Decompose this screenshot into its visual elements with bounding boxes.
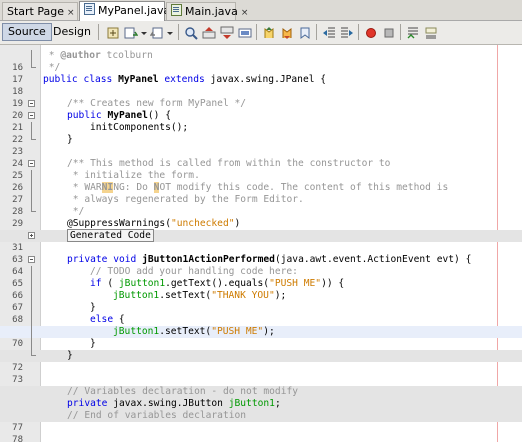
code-line: 29 */ — [12, 206, 85, 229]
code-line: 23 } — [12, 134, 73, 157]
toggle-highlight-icon[interactable] — [238, 25, 252, 39]
code-line: 64 private void jButton1ActionPerformed(… — [12, 254, 472, 277]
shift-right-icon[interactable] — [340, 25, 354, 39]
design-view-button[interactable]: Design — [47, 23, 97, 41]
code-line: 25 /** This method is called from within… — [12, 158, 391, 181]
fold-collapse-icon[interactable] — [28, 160, 35, 167]
code-line: 74 — [0, 374, 522, 397]
comment-icon[interactable] — [406, 25, 420, 39]
fold-collapse-icon[interactable] — [28, 256, 35, 263]
last-edit-icon[interactable] — [106, 25, 120, 39]
tab-label: MyPanel.java — [98, 4, 171, 17]
code-line: 75 // Variables declaration - do not mod… — [0, 386, 522, 409]
code-line: 68 } — [12, 302, 96, 325]
find-next-icon[interactable] — [220, 25, 234, 39]
code-line: 76 private javax.swing.JButton jButton1; — [0, 398, 522, 421]
source-view-button[interactable]: Source — [2, 23, 52, 41]
code-line: 63 — [12, 255, 23, 265]
code-line: 67 jButton1.setText("THANK YOU"); — [12, 290, 287, 313]
code-line: 73 — [12, 375, 23, 385]
close-icon[interactable]: × — [241, 8, 249, 18]
code-line: 71 } — [0, 338, 522, 361]
code-line: 72 } — [0, 350, 522, 373]
todo-highlight: NI — [101, 182, 114, 193]
stop-macro-icon[interactable] — [382, 25, 396, 39]
close-icon[interactable]: × — [67, 8, 75, 18]
code-line: 22 initComponents(); — [12, 122, 189, 145]
code-line: 26 * initialize the form. — [12, 170, 200, 193]
chevron-down-icon[interactable] — [166, 25, 174, 39]
previous-bookmark-icon[interactable] — [262, 25, 276, 39]
code-line: 20 /** Creates new form MyPanel */ — [12, 98, 247, 121]
code-line: 17 */ — [12, 62, 61, 85]
editor-tab-strip: Start Page× MyPanel.java× Main.java× — [0, 0, 522, 21]
code-line: 27 * WARNING: Do NOT modify this code. T… — [12, 182, 449, 205]
tab-main-java[interactable]: Main.java × — [166, 2, 248, 20]
generated-code-fold[interactable]: Generated Code — [67, 229, 154, 242]
shift-left-icon[interactable] — [322, 25, 336, 39]
java-file-icon — [84, 3, 95, 15]
toggle-bookmark-icon[interactable] — [298, 25, 312, 39]
fold-expand-icon[interactable] — [28, 232, 35, 239]
netbeans-editor-window: Start Page× MyPanel.java× Main.java× Sou… — [0, 0, 522, 442]
tab-start-page[interactable]: Start Page × — [2, 2, 78, 20]
uncomment-icon[interactable] — [424, 25, 438, 39]
code-line: 65 // TODO add your handling code here: — [12, 266, 298, 289]
code-editor[interactable]: 16 * @author tcolburn 17 */ 18 public cl… — [0, 45, 522, 442]
code-line: 31 Generated Code — [0, 229, 522, 253]
code-line: 16 * @author tcolburn — [12, 50, 153, 73]
code-line: 66 if ( jButton1.getText().equals("PUSH … — [12, 278, 345, 301]
chevron-down-icon[interactable] — [140, 25, 148, 39]
current-code-line: 70 jButton1.setText("PUSH ME"); — [0, 326, 522, 349]
code-line: 78 — [12, 435, 23, 442]
find-selection-icon[interactable] — [184, 25, 198, 40]
fold-collapse-icon[interactable] — [28, 100, 35, 107]
code-line: 24 — [12, 159, 23, 169]
code-line: 28 * always regenerated by the Form Edit… — [12, 194, 304, 217]
find-previous-icon[interactable] — [202, 25, 216, 39]
java-file-icon — [171, 4, 182, 16]
forward-icon[interactable] — [149, 25, 164, 39]
editor-toolbar: Source Design — [0, 21, 522, 45]
fold-collapse-icon[interactable] — [28, 112, 35, 119]
tab-mypanel-java[interactable]: MyPanel.java× — [79, 1, 181, 21]
code-line: 18 public class MyPanel extends javax.sw… — [12, 74, 327, 97]
tab-label: Main.java — [185, 5, 238, 18]
code-line: 69 else { — [0, 314, 522, 337]
code-line: 21 public MyPanel() { — [12, 110, 171, 133]
back-icon[interactable] — [124, 25, 139, 39]
start-macro-icon[interactable] — [364, 25, 378, 39]
code-line: 19 — [12, 99, 23, 109]
code-line: 77 // End of variables declaration — [0, 410, 522, 433]
next-bookmark-icon[interactable] — [280, 25, 294, 39]
tab-label: Start Page — [7, 5, 64, 18]
